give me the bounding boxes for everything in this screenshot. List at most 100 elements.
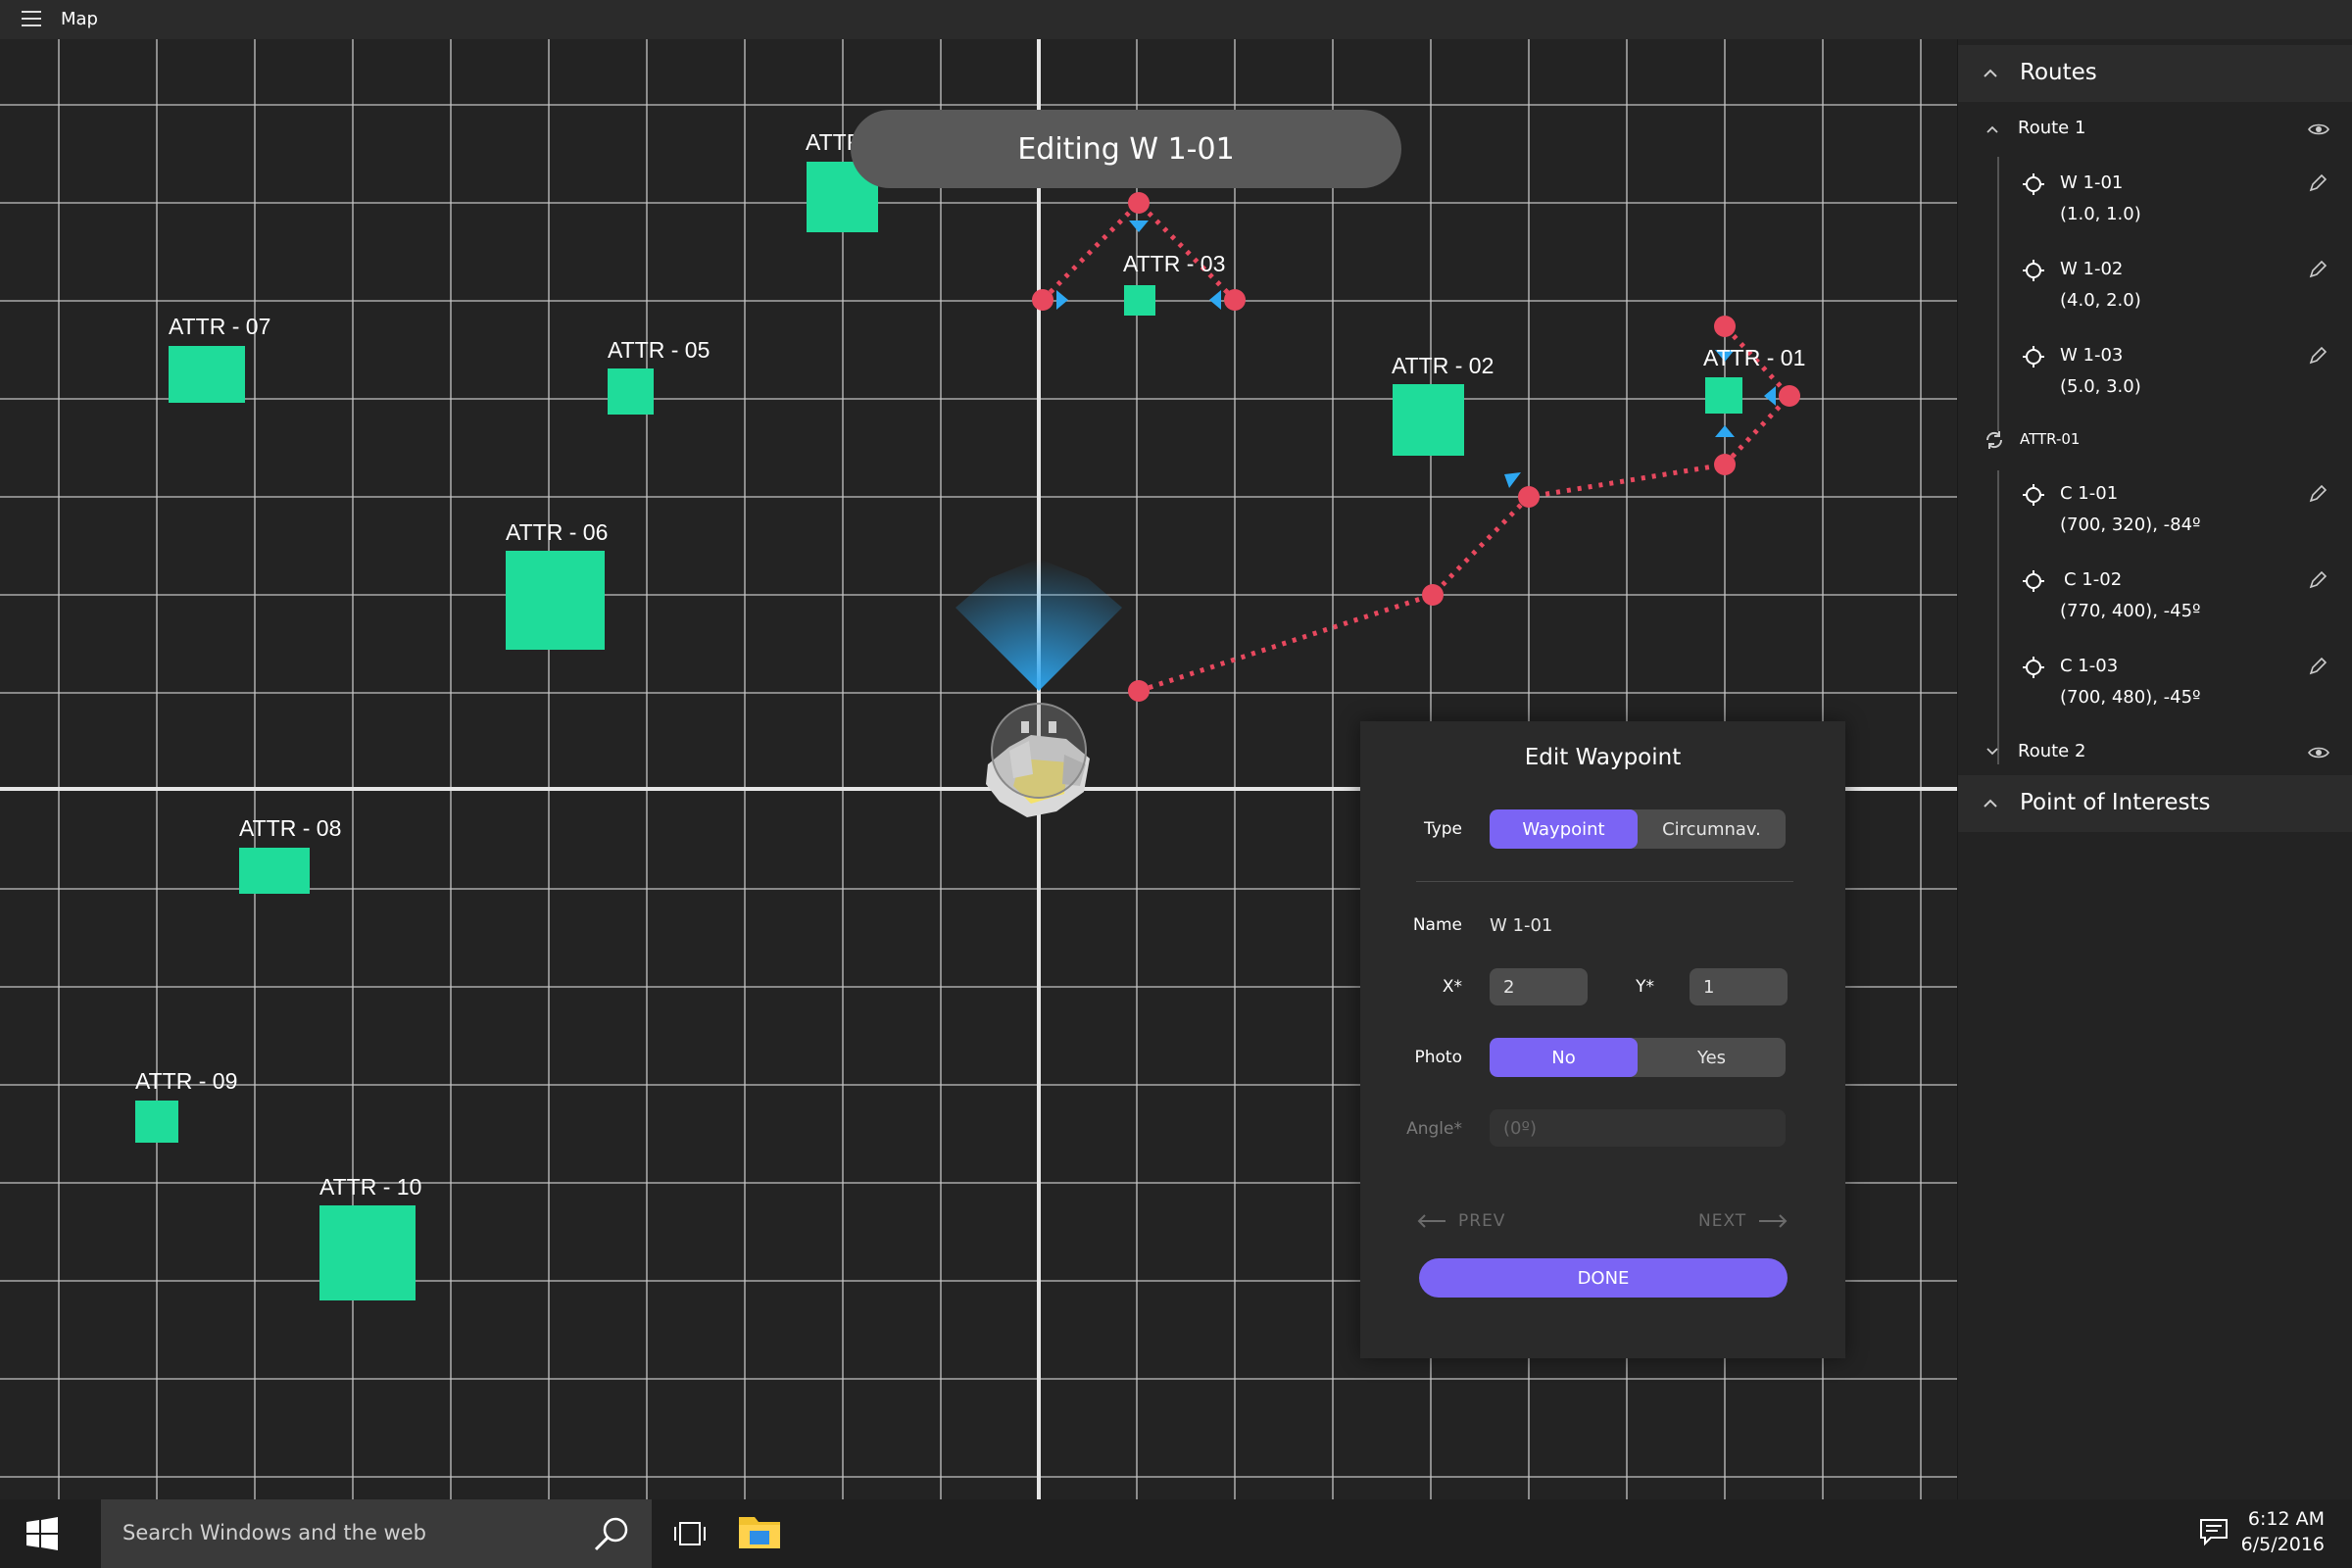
route-point[interactable] <box>1128 680 1150 702</box>
eye-icon[interactable] <box>2308 745 2329 760</box>
pencil-icon[interactable] <box>2308 346 2328 366</box>
route-point[interactable] <box>1128 192 1150 214</box>
attr-label: ATTR - 02 <box>1392 353 1494 378</box>
windows-logo-icon[interactable] <box>25 1517 59 1550</box>
waypoint-name[interactable]: W 1-02 <box>2060 259 2123 279</box>
done-button[interactable]: DONE <box>1419 1258 1788 1298</box>
poi-header[interactable]: Point of Interests <box>1958 775 2352 832</box>
search-icon[interactable] <box>593 1515 630 1552</box>
angle-label: Angle* <box>1406 1119 1462 1139</box>
editing-banner: Editing W 1-01 <box>851 110 1401 188</box>
attr-label: ATTR - 05 <box>608 337 710 363</box>
chevron-up-icon[interactable] <box>1985 122 1999 136</box>
clock-date: 6/5/2016 <box>2240 1534 2325 1555</box>
route-point[interactable] <box>1224 289 1246 311</box>
waypoint-coord: (1.0, 1.0) <box>2060 204 2141 224</box>
search-placeholder: Search Windows and the web <box>122 1521 426 1544</box>
pencil-icon[interactable] <box>2308 260 2328 279</box>
attr-label: ATTR - 06 <box>506 519 609 545</box>
pencil-icon[interactable] <box>2308 484 2328 504</box>
route-point[interactable] <box>1714 454 1736 475</box>
circumnav-point-coord: (700, 320), -84º <box>2060 514 2201 535</box>
notification-icon[interactable] <box>2199 1517 2229 1546</box>
tree-line <box>1997 157 1999 431</box>
attr-label: ATTR - 07 <box>169 314 271 339</box>
x-input[interactable]: 2 <box>1490 968 1588 1005</box>
waypoint-coord: (5.0, 3.0) <box>2060 376 2141 397</box>
eye-icon[interactable] <box>2308 122 2329 137</box>
waypoint-coord: (4.0, 2.0) <box>2060 290 2141 311</box>
y-label: Y* <box>1636 977 1654 997</box>
routes-sidebar: Routes Route 1 W 1-01 (1.0, 1.0) W 1-02 … <box>1957 39 2352 1499</box>
route-1-label[interactable]: Route 1 <box>2018 118 2085 138</box>
circumnav-point-coord: (700, 480), -45º <box>2060 687 2201 708</box>
waypoint-name[interactable]: W 1-03 <box>2060 345 2123 366</box>
x-label: X* <box>1442 977 1462 997</box>
attr-label: ATTR - 09 <box>135 1068 238 1094</box>
type-toggle: Waypoint Circumnav. <box>1490 809 1786 849</box>
routes-title: Routes <box>2020 60 2097 85</box>
prev-label: PREV <box>1458 1211 1506 1231</box>
type-option-circumnav[interactable]: Circumnav. <box>1638 809 1786 849</box>
angle-input[interactable]: (0º) <box>1490 1109 1786 1147</box>
route-point[interactable] <box>1779 385 1800 407</box>
taskbar-clock[interactable]: 6:12 AM 6/5/2016 <box>2241 1506 2325 1557</box>
clock-time: 6:12 AM <box>2247 1508 2325 1530</box>
circumnav-point-name[interactable]: C 1-01 <box>2060 483 2118 504</box>
attr-label: ATTR - 08 <box>239 815 342 841</box>
next-button[interactable]: NEXT <box>1698 1211 1788 1231</box>
attr-label: ATTR - 10 <box>319 1174 422 1200</box>
route-point[interactable] <box>1518 486 1540 508</box>
type-option-waypoint[interactable]: Waypoint <box>1490 809 1638 849</box>
route-point[interactable] <box>1422 584 1444 606</box>
photo-label: Photo <box>1414 1048 1463 1067</box>
title-bar: Map <box>0 0 2352 39</box>
photo-option-no[interactable]: No <box>1490 1038 1638 1077</box>
circumnav-point-name[interactable]: C 1-02 <box>2064 569 2122 590</box>
prev-button[interactable]: PREV <box>1417 1211 1505 1231</box>
pencil-icon[interactable] <box>2308 173 2328 193</box>
waypoint-name[interactable]: W 1-01 <box>2060 172 2123 193</box>
route-point[interactable] <box>1714 316 1736 337</box>
name-value[interactable]: W 1-01 <box>1490 915 1552 936</box>
chevron-down-icon[interactable] <box>1985 745 1999 759</box>
tree-line <box>1997 470 1999 764</box>
next-label: NEXT <box>1698 1211 1747 1231</box>
target-icon <box>2023 260 2044 281</box>
edit-waypoint-panel: Edit Waypoint Type Waypoint Circumnav. N… <box>1360 721 1845 1358</box>
chevron-up-icon <box>1984 69 1997 77</box>
taskbar-search[interactable]: Search Windows and the web <box>101 1499 652 1568</box>
type-label: Type <box>1423 819 1462 839</box>
photo-option-yes[interactable]: Yes <box>1638 1038 1786 1077</box>
chevron-up-icon <box>1984 799 1997 808</box>
circumnav-point-name[interactable]: C 1-03 <box>2060 656 2118 676</box>
name-label: Name <box>1412 915 1462 935</box>
task-view-icon[interactable] <box>674 1519 706 1548</box>
target-icon <box>2023 346 2044 368</box>
route-2-label[interactable]: Route 2 <box>2018 741 2085 761</box>
target-icon <box>2023 657 2044 678</box>
drone-icon[interactable] <box>970 696 1107 833</box>
pencil-icon[interactable] <box>2308 570 2328 590</box>
drone-view-cone <box>956 559 1122 691</box>
hamburger-icon[interactable] <box>22 11 41 28</box>
y-input[interactable]: 1 <box>1690 968 1788 1005</box>
poi-title: Point of Interests <box>2020 790 2211 815</box>
arrow-left-icon <box>1417 1214 1446 1228</box>
pencil-icon[interactable] <box>2308 657 2328 676</box>
target-icon <box>2023 173 2044 195</box>
circumnav-label[interactable]: ATTR-01 <box>2020 430 2080 448</box>
photo-toggle: No Yes <box>1490 1038 1786 1077</box>
loop-icon <box>1985 431 2003 449</box>
arrow-right-icon <box>1759 1214 1788 1228</box>
attr-label: ATTR - 03 <box>1123 251 1226 276</box>
panel-title: Edit Waypoint <box>1524 745 1682 770</box>
file-explorer-icon[interactable] <box>737 1511 782 1550</box>
target-icon <box>2023 484 2044 506</box>
route-point[interactable] <box>1032 289 1054 311</box>
attr-label: ATTR - 01 <box>1703 345 1806 370</box>
circumnav-point-coord: (770, 400), -45º <box>2060 601 2201 621</box>
routes-header[interactable]: Routes <box>1958 45 2352 102</box>
target-icon <box>2023 570 2044 592</box>
app-title: Map <box>61 9 98 29</box>
